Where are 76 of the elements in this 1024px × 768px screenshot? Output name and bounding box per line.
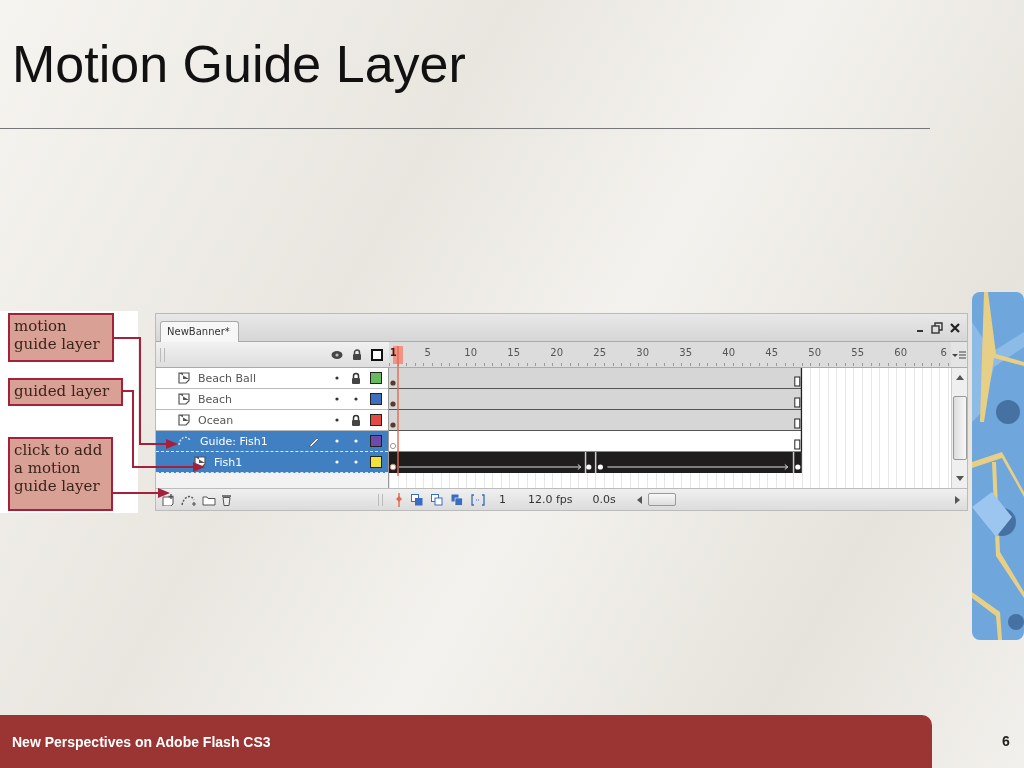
trash-icon[interactable]: [221, 493, 232, 506]
frame-number: 40: [722, 347, 736, 358]
layer-name: Guide: Fish1: [200, 434, 268, 448]
frame-number: 5: [424, 347, 431, 358]
frame-number: 30: [636, 347, 650, 358]
layer-row[interactable]: Beach: [156, 389, 388, 410]
frame-number: 25: [593, 347, 607, 358]
frame-rate: 12.0 fps: [528, 493, 573, 506]
scroll-left-icon[interactable]: [635, 495, 642, 504]
scroll-right-icon[interactable]: [955, 495, 961, 504]
restore-icon[interactable]: [931, 321, 943, 334]
splitter-handle[interactable]: [378, 493, 383, 506]
lock-icon[interactable]: [351, 414, 361, 426]
add-motion-guide-icon[interactable]: [181, 493, 197, 506]
layer-name: Fish1: [214, 455, 243, 469]
outline-color-swatch[interactable]: [370, 456, 382, 468]
outline-color-swatch[interactable]: [370, 435, 382, 447]
layer-name: Ocean: [198, 413, 234, 427]
elapsed-time: 0.0s: [592, 493, 616, 506]
onion-skin-icon[interactable]: [411, 493, 423, 506]
scroll-thumb[interactable]: [647, 493, 676, 506]
panel-menu-icon[interactable]: [952, 349, 966, 360]
layer-row[interactable]: Beach Ball: [156, 368, 388, 389]
frame-span[interactable]: [389, 410, 802, 431]
motion-guide-icon: [178, 435, 192, 447]
new-layer-icon[interactable]: [162, 493, 176, 506]
onion-markers-icon[interactable]: [471, 493, 485, 506]
layer-icon: [178, 393, 190, 405]
outline-color-swatch[interactable]: [370, 414, 382, 426]
horizontal-scrollbar[interactable]: [635, 492, 961, 507]
callout-label: guided layer: [8, 378, 123, 406]
frame-number: 55: [851, 347, 865, 358]
scroll-thumb[interactable]: [952, 396, 967, 460]
frame-number: 50: [808, 347, 822, 358]
frame-number: 6: [940, 347, 947, 358]
frame-span[interactable]: [389, 452, 802, 473]
outline-color-swatch[interactable]: [370, 372, 382, 384]
frame-number: 45: [765, 347, 779, 358]
callout-arrow: [111, 488, 170, 498]
frame-number: 10: [464, 347, 478, 358]
grip-handle[interactable]: [160, 347, 165, 362]
layer-name: Beach Ball: [198, 371, 256, 385]
frame-span[interactable]: [389, 368, 802, 389]
onion-outline-icon[interactable]: [431, 493, 443, 506]
callout-label: click to add a motion guide layer: [8, 437, 113, 511]
playhead[interactable]: [393, 346, 403, 476]
frame-number: 60: [894, 347, 908, 358]
slide-title: Motion Guide Layer: [12, 36, 466, 94]
eye-icon[interactable]: [331, 349, 343, 360]
frame-span[interactable]: [389, 389, 802, 410]
lock-icon[interactable]: [352, 349, 362, 360]
layer-row[interactable]: Ocean: [156, 410, 388, 431]
page-number: 6: [1002, 733, 1010, 749]
frame-number: 15: [507, 347, 521, 358]
current-frame: 1: [499, 493, 506, 506]
frame-number: 35: [679, 347, 693, 358]
layer-icon: [178, 414, 190, 426]
center-frame-icon[interactable]: [395, 492, 403, 507]
edit-multiple-frames-icon[interactable]: [451, 493, 463, 506]
footer-text: New Perspectives on Adobe Flash CS3: [12, 733, 271, 750]
lock-icon[interactable]: [351, 372, 361, 384]
scroll-up-icon[interactable]: [955, 374, 964, 380]
outline-icon[interactable]: [371, 348, 383, 361]
layer-row[interactable]: Guide: Fish1: [156, 431, 388, 452]
document-tab[interactable]: NewBanner*: [160, 321, 239, 342]
scroll-down-icon[interactable]: [955, 476, 964, 482]
close-icon[interactable]: [949, 321, 961, 334]
layer-name: Beach: [198, 392, 233, 406]
outline-color-swatch[interactable]: [370, 393, 382, 405]
frame-number: 1: [389, 347, 397, 358]
folder-icon[interactable]: [202, 493, 216, 506]
frame-number: 20: [550, 347, 564, 358]
vertical-scrollbar[interactable]: [951, 368, 967, 488]
callout-label: motion guide layer: [8, 313, 114, 362]
layer-icon: [178, 372, 190, 384]
layer-row[interactable]: Fish1: [156, 452, 388, 473]
